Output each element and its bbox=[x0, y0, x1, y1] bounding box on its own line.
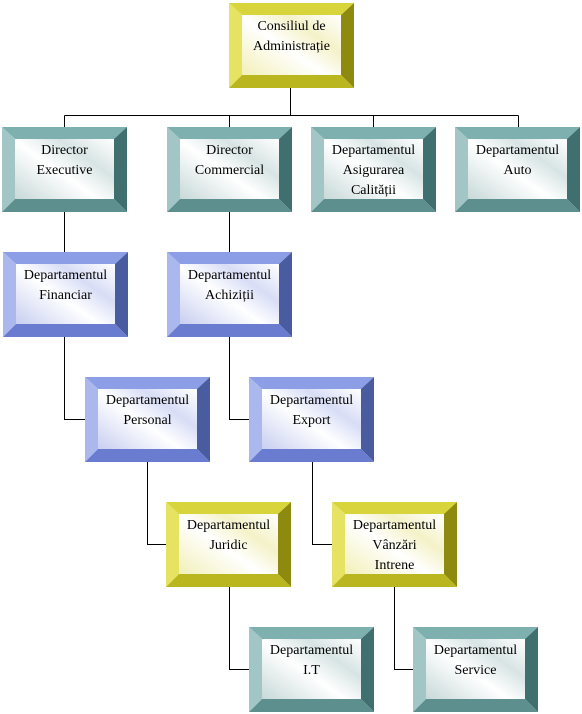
node-label-line: I.T bbox=[303, 663, 320, 678]
node-label: Director Commercial bbox=[180, 139, 279, 199]
org-node-consiliul: Consiliul de Administrație bbox=[229, 3, 354, 88]
node-label: Departamentul Juridic bbox=[179, 514, 278, 574]
org-node-financiar: Departamentul Financiar bbox=[3, 252, 128, 337]
node-label: Departamentul Asigurarea Calității bbox=[324, 139, 423, 199]
node-label-line: Asigurarea bbox=[342, 163, 405, 178]
node-label-line: Service bbox=[454, 663, 497, 678]
org-node-export: Departamentul Export bbox=[249, 377, 374, 462]
org-node-service: Departamentul Service bbox=[413, 627, 538, 712]
node-label: Departamentul Service bbox=[426, 639, 525, 699]
node-label-line: Calității bbox=[350, 183, 397, 198]
connector-lines bbox=[64, 88, 519, 670]
connector-personal-juridic bbox=[147, 462, 166, 545]
connector-financiar-personal bbox=[64, 337, 85, 420]
node-label: Consiliul de Administrație bbox=[242, 15, 341, 75]
connector-juridic-it bbox=[229, 587, 249, 670]
org-node-director-executive: Director Executive bbox=[2, 127, 127, 212]
node-label-line: Director bbox=[41, 143, 88, 158]
node-label-line: Export bbox=[292, 413, 331, 428]
node-label-line: Departamentul bbox=[187, 268, 272, 283]
org-node-asigurarea-calitatii: Departamentul Asigurarea Calității bbox=[311, 127, 436, 212]
node-label-line: Departamentul bbox=[331, 143, 416, 158]
node-label-line: Consiliul de bbox=[257, 19, 326, 34]
node-label: Departamentul Export bbox=[262, 389, 361, 449]
org-node-vanzari-intrene: Departamentul Vânzări Intrene bbox=[332, 502, 457, 587]
node-label-line: Achiziții bbox=[205, 288, 254, 303]
node-label-line: Departamentul bbox=[23, 268, 108, 283]
node-label-line: Director bbox=[206, 143, 253, 158]
node-label: Departamentul Achiziții bbox=[180, 264, 279, 324]
node-label-line: Departamentul bbox=[105, 393, 190, 408]
node-label: Departamentul Vânzări Intrene bbox=[345, 514, 444, 574]
node-label-line: Juridic bbox=[209, 538, 248, 553]
node-label-line: Executive bbox=[36, 163, 93, 178]
org-node-achizitii: Departamentul Achiziții bbox=[167, 252, 292, 337]
node-label-line: Departamentul bbox=[186, 518, 271, 533]
org-node-personal: Departamentul Personal bbox=[85, 377, 210, 462]
org-node-director-commercial: Director Commercial bbox=[167, 127, 292, 212]
connector-export-vanzari bbox=[312, 462, 332, 545]
node-label-line: Commercial bbox=[194, 163, 265, 178]
node-label-line: Departamentul bbox=[269, 643, 354, 658]
node-label: Departamentul Personal bbox=[98, 389, 197, 449]
node-label: Departamentul Auto bbox=[468, 139, 567, 199]
node-label-line: Departamentul bbox=[475, 143, 560, 158]
node-label-line: Departamentul bbox=[352, 518, 437, 533]
node-label: Director Executive bbox=[15, 139, 114, 199]
connector-vanzari-service bbox=[394, 587, 413, 670]
node-label-line: Departamentul bbox=[269, 393, 354, 408]
node-label-line: Financiar bbox=[39, 288, 92, 303]
connector-achizitii-export bbox=[229, 337, 249, 420]
node-label-line: Administrație bbox=[253, 39, 330, 54]
node-label-line: Intrene bbox=[374, 558, 415, 573]
org-node-it: Departamentul I.T bbox=[249, 627, 374, 712]
org-node-juridic: Departamentul Juridic bbox=[166, 502, 291, 587]
node-label-line: Auto bbox=[503, 163, 532, 178]
org-node-auto: Departamentul Auto bbox=[455, 127, 580, 212]
node-label-line: Personal bbox=[123, 413, 172, 428]
node-label: Departamentul I.T bbox=[262, 639, 361, 699]
node-label-line: Vânzări bbox=[372, 538, 417, 553]
node-label-line: Departamentul bbox=[433, 643, 518, 658]
node-label: Departamentul Financiar bbox=[16, 264, 115, 324]
